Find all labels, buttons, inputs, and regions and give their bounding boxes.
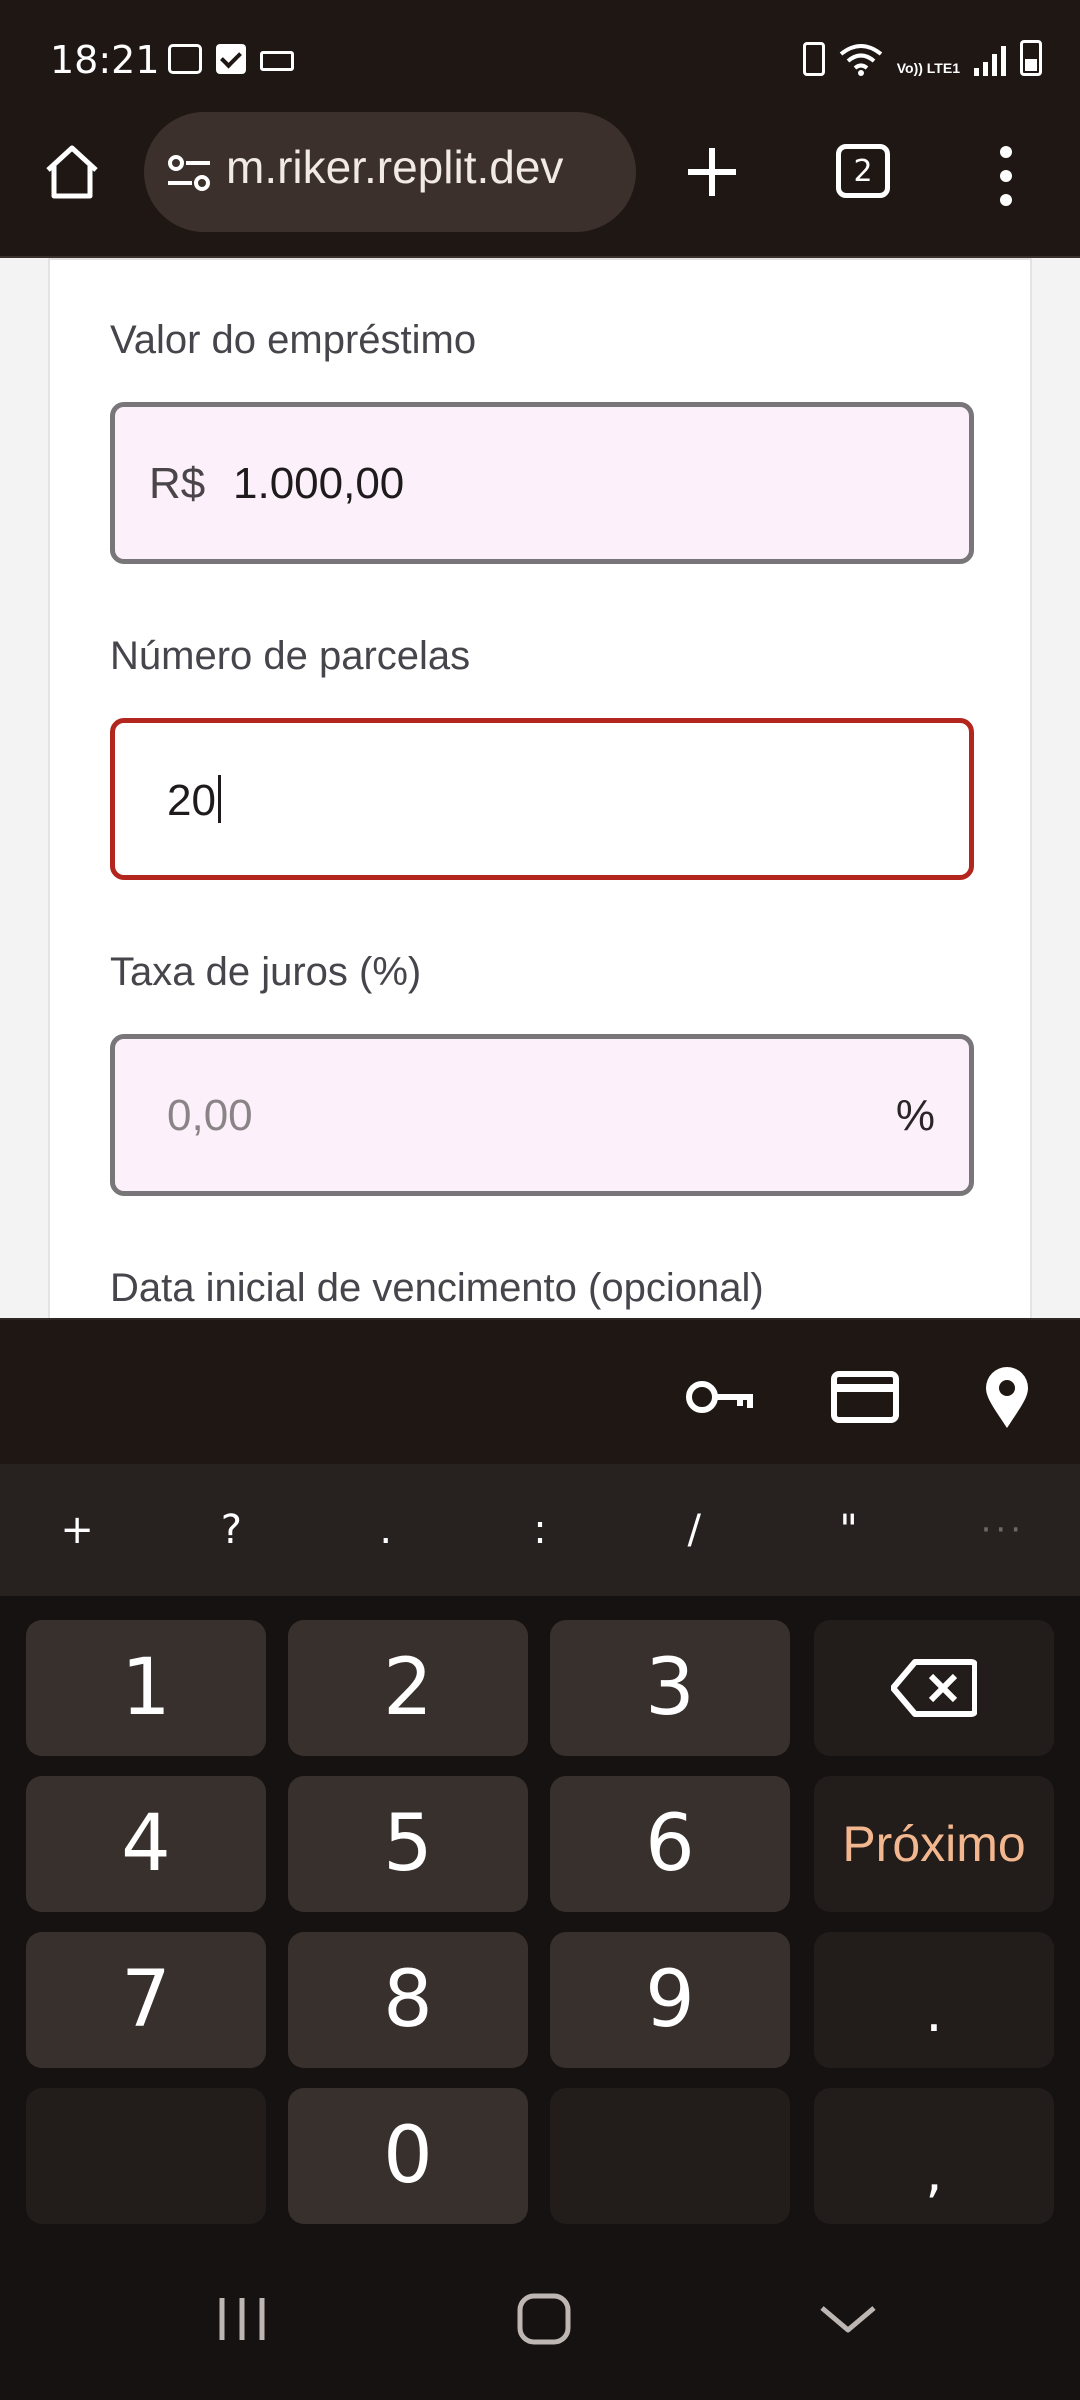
key-5[interactable]: 5 bbox=[288, 1776, 528, 1912]
keyboard-icon bbox=[260, 51, 294, 71]
key-7[interactable]: 7 bbox=[26, 1932, 266, 2068]
currency-prefix: R$ bbox=[149, 459, 206, 508]
loan-amount-field[interactable]: R$ 1.000,00 bbox=[110, 402, 974, 564]
numeric-keyboard: 1 2 3 4 5 6 Próximo 7 8 9 . 0 , bbox=[0, 1596, 1080, 2236]
empty-key bbox=[550, 2088, 790, 2224]
key-4[interactable]: 4 bbox=[26, 1776, 266, 1912]
home-icon[interactable] bbox=[40, 140, 104, 204]
key-0[interactable]: 0 bbox=[288, 2088, 528, 2224]
symbol-key[interactable]: ? bbox=[181, 1507, 281, 1553]
backspace-key[interactable] bbox=[814, 1620, 1054, 1756]
battery-charging-icon bbox=[1020, 40, 1042, 76]
location-pin-icon[interactable] bbox=[972, 1362, 1042, 1432]
browser-toolbar: m.riker.replit.dev 2 bbox=[0, 112, 1080, 258]
key-9[interactable]: 9 bbox=[550, 1932, 790, 2068]
symbol-key[interactable]: : bbox=[490, 1507, 590, 1553]
network-type: Vo)) LTE1 bbox=[896, 60, 960, 76]
installments-value: 20 bbox=[167, 775, 221, 826]
symbol-row: + ? . : / " ··· bbox=[0, 1464, 1080, 1596]
interest-rate-field[interactable]: 0,00 % bbox=[110, 1034, 974, 1196]
home-circle-icon[interactable] bbox=[504, 2284, 584, 2354]
key-1[interactable]: 1 bbox=[26, 1620, 266, 1756]
navigation-bar bbox=[0, 2236, 1080, 2400]
url-text: m.riker.replit.dev bbox=[226, 141, 564, 193]
credit-card-icon[interactable] bbox=[830, 1362, 900, 1432]
next-key[interactable]: Próximo bbox=[814, 1776, 1054, 1912]
comma-key[interactable]: , bbox=[814, 2088, 1054, 2224]
key-3[interactable]: 3 bbox=[550, 1620, 790, 1756]
more-menu-icon[interactable] bbox=[996, 146, 1016, 206]
site-settings-icon[interactable] bbox=[166, 150, 212, 196]
tab-switcher-icon[interactable]: 2 bbox=[836, 144, 890, 198]
period-key[interactable]: . bbox=[814, 1932, 1054, 2068]
symbol-key[interactable]: " bbox=[799, 1507, 899, 1553]
symbol-key[interactable]: + bbox=[27, 1507, 127, 1553]
backspace-icon bbox=[891, 1659, 977, 1717]
installments-field[interactable]: 20 bbox=[110, 718, 974, 880]
key-icon[interactable] bbox=[684, 1362, 754, 1432]
key-8[interactable]: 8 bbox=[288, 1932, 528, 2068]
symbol-key[interactable]: . bbox=[336, 1507, 436, 1553]
interest-rate-placeholder: 0,00 bbox=[167, 1091, 253, 1140]
address-bar[interactable]: m.riker.replit.dev bbox=[144, 112, 636, 232]
keyboard-toolbar bbox=[0, 1318, 1080, 1464]
recent-apps-icon[interactable] bbox=[202, 2284, 282, 2354]
hide-keyboard-icon[interactable] bbox=[808, 2284, 888, 2354]
status-bar: 18:21 Vo)) LTE1 bbox=[0, 0, 1080, 120]
loan-form-card: Valor do empréstimo R$ 1.000,00 Número d… bbox=[48, 258, 1032, 1318]
empty-key bbox=[26, 2088, 266, 2224]
symbol-key[interactable]: / bbox=[644, 1507, 744, 1553]
installments-label: Número de parcelas bbox=[110, 634, 471, 678]
percent-suffix: % bbox=[895, 1091, 935, 1140]
more-symbols-icon[interactable]: ··· bbox=[953, 1510, 1053, 1550]
loan-amount-label: Valor do empréstimo bbox=[110, 318, 477, 362]
key-2[interactable]: 2 bbox=[288, 1620, 528, 1756]
status-time: 18:21 bbox=[50, 38, 160, 82]
key-6[interactable]: 6 bbox=[550, 1776, 790, 1912]
interest-rate-label: Taxa de juros (%) bbox=[110, 950, 422, 994]
check-box-icon bbox=[216, 44, 246, 74]
wifi-icon bbox=[839, 44, 882, 76]
signal-icon bbox=[974, 46, 1006, 76]
web-page: Valor do empréstimo R$ 1.000,00 Número d… bbox=[0, 258, 1080, 1318]
voicemail-icon bbox=[168, 44, 202, 74]
start-date-label: Data inicial de vencimento (opcional) bbox=[110, 1266, 764, 1310]
new-tab-plus-icon[interactable] bbox=[682, 142, 742, 202]
text-cursor bbox=[217, 775, 221, 823]
battery-saver-icon bbox=[802, 42, 825, 76]
loan-amount-value: 1.000,00 bbox=[233, 459, 405, 508]
